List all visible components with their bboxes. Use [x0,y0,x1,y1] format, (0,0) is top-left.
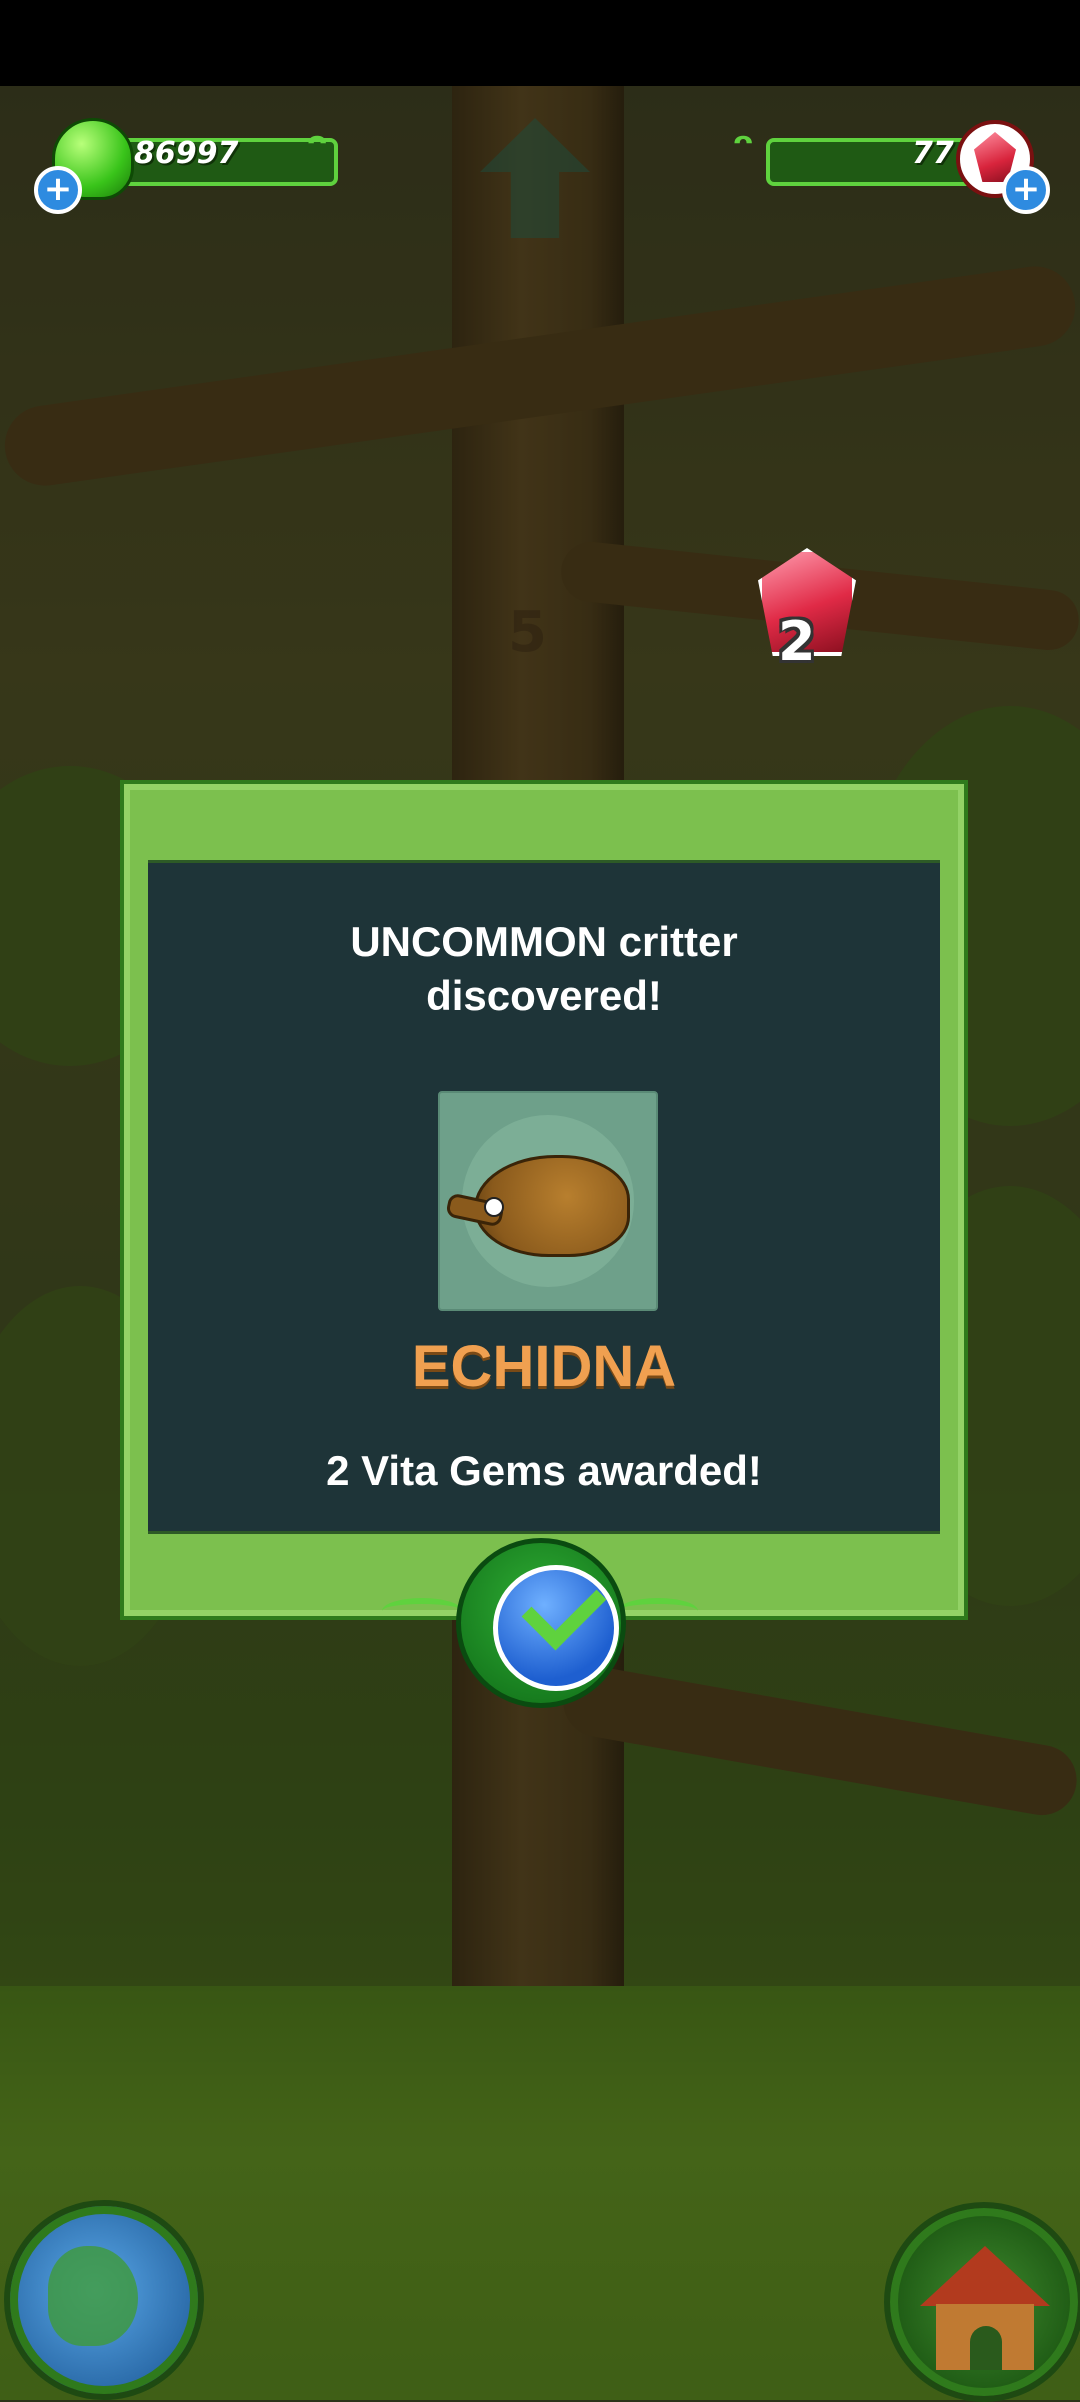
dialog-panel: UNCOMMON critter discovered! ECHIDNA 2 V… [148,860,940,1534]
world-map-button[interactable] [4,2200,204,2400]
floating-gem-reward: 2 [748,548,858,678]
tree-floor-number: 5 [508,600,547,665]
reward-text: 2 Vita Gems awarded! [326,1447,762,1494]
echidna-eye [484,1197,504,1217]
floating-gem-count: 2 [778,610,816,673]
status-bar [0,0,1080,86]
confirm-button[interactable] [382,1538,698,1710]
home-button[interactable] [884,2202,1080,2402]
vine-icon: ᵔ [306,122,329,176]
jelly-counter[interactable]: 86997 + ᵔ [30,118,360,214]
gem-count: 77 [912,136,954,171]
dialog-title: UNCOMMON critter discovered! [350,918,738,1019]
vine-icon: ᵔ [732,122,755,176]
add-jelly-button[interactable]: + [34,166,82,214]
critter-portrait [438,1091,658,1311]
vine-decoration [618,1598,698,1624]
checkmark-icon [521,1565,607,1651]
house-icon [920,2246,1050,2306]
vine-decoration [382,1598,462,1624]
add-gem-button[interactable]: + [1002,166,1050,214]
globe-icon [48,2246,138,2346]
critter-name: ECHIDNA [411,1334,677,1399]
gem-counter[interactable]: ᵔ 77 + [732,120,1052,214]
jelly-count: 86997 [134,136,239,171]
critter-discovered-dialog: UNCOMMON critter discovered! ECHIDNA 2 V… [120,780,968,1620]
